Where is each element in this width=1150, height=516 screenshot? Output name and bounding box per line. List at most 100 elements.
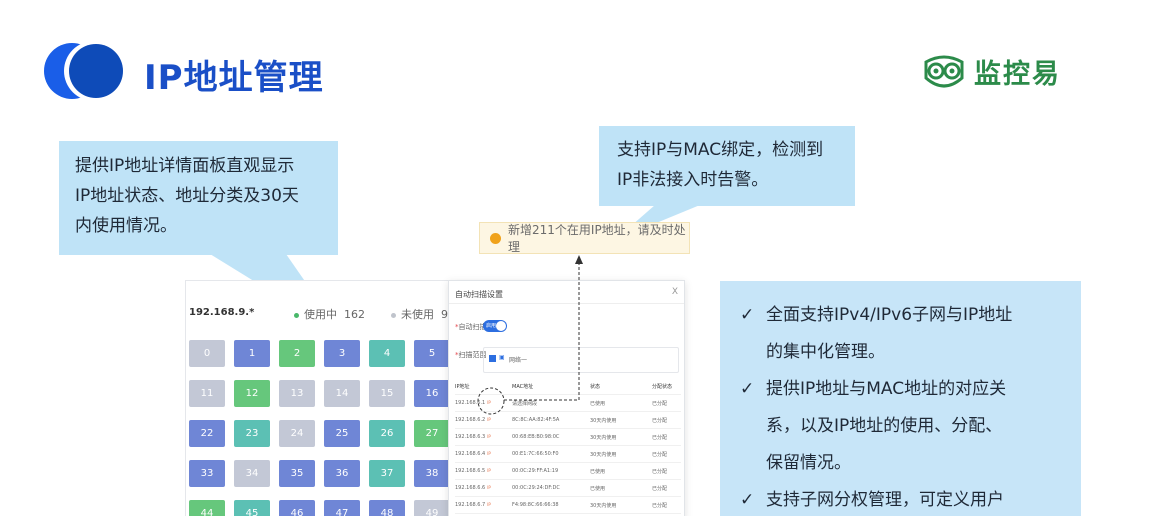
ip-cell[interactable]: 24	[279, 420, 315, 447]
table-cell-text: 已使用	[590, 400, 606, 407]
table-cell-text: 192.168.6.3	[455, 434, 486, 440]
ip-cell[interactable]: 44	[189, 500, 225, 516]
table-cell-text: 192.168.6.4	[455, 451, 486, 457]
table-cell: 30天内使用	[590, 434, 652, 441]
table-row[interactable]: 192.168.6.2 IP 8C:8C:AA:82:4F:5A 30天内使用 已分配	[455, 412, 681, 429]
ip-cell[interactable]: 16	[414, 380, 450, 407]
feature-line: ✓ 全面支持IPv4/IPv6子网与IP地址	[740, 297, 1071, 334]
divider	[449, 303, 684, 304]
table-row[interactable]: 192.168.6.6 IP 00:0C:29:24:DF:DC 已使用 已分配	[455, 480, 681, 497]
ip-cell[interactable]: 27	[414, 420, 450, 447]
page-title: IP地址管理	[144, 58, 324, 98]
scan-range-tree[interactable]: ▣ 网络一	[483, 347, 679, 373]
table-cell: 已分配	[652, 451, 681, 458]
ip-cell[interactable]: 36	[324, 460, 360, 487]
table-header-row: IP地址 MAC地址 状态 分配状态	[455, 378, 681, 395]
table-cell: 已分配	[652, 485, 681, 492]
table-row[interactable]: 192.168.6.4 IP 00:E1:7C:66:50:F0 30天内使用 已分配	[455, 446, 681, 463]
legend-unused-label: 未使用	[401, 308, 434, 321]
table-cell-text: 已分配	[652, 451, 668, 458]
feature-text: 的集中化管理。	[766, 342, 885, 362]
ip-cell[interactable]: 34	[234, 460, 270, 487]
notice-bar[interactable]: 新增211个在用IP地址，请及时处理	[479, 222, 690, 254]
table-cell-text: 请选择网段	[512, 400, 538, 407]
ip-flag-badge: IP	[487, 502, 491, 507]
ip-cell[interactable]: 13	[279, 380, 315, 407]
table-row[interactable]: 192.168.6.7 IP F4:98:8C:66:66:38 30天内使用 已分配	[455, 497, 681, 514]
warning-dot-icon	[490, 232, 501, 244]
table-cell: 已使用	[590, 468, 652, 475]
dialog-title: 自动扫描设置	[455, 290, 503, 299]
table-row[interactable]: 192.168.6.1 IP 请选择网段 已使用 已分配	[455, 395, 681, 412]
ip-detail-panel: 192.168.9.* 使用中 162 未使用 94 0123451112131…	[185, 280, 451, 516]
feature-line: 保留情况。	[740, 445, 1071, 482]
table-row[interactable]: 192.168.6.3 IP 00:68:EB:B0:98:0C 30天内使用 已分配	[455, 429, 681, 446]
ip-cell[interactable]: 47	[324, 500, 360, 516]
used-dot-icon	[294, 312, 299, 318]
ip-cell[interactable]: 46	[279, 500, 315, 516]
ip-cell[interactable]: 48	[369, 500, 405, 516]
ip-cell[interactable]: 26	[369, 420, 405, 447]
ip-cell[interactable]: 2	[279, 340, 315, 367]
feature-text: 全面支持IPv4/IPv6子网与IP地址	[766, 305, 1013, 325]
ip-cell[interactable]: 1	[234, 340, 270, 367]
ip-cell[interactable]: 25	[324, 420, 360, 447]
ip-cell[interactable]: 14	[324, 380, 360, 407]
feature-line: ✓ 支持子网分权管理，可定义用户	[740, 482, 1071, 516]
table-cell: 192.168.6.6 IP	[455, 485, 512, 491]
table-cell: 192.168.6.5 IP	[455, 468, 512, 474]
auto-scan-toggle[interactable]: 启用	[483, 320, 507, 332]
check-icon	[740, 408, 766, 445]
auto-scan-label: *自动扫描	[455, 323, 487, 331]
ip-cell[interactable]: 11	[189, 380, 225, 407]
table-cell-text: 已分配	[652, 468, 668, 475]
ip-cell[interactable]: 12	[234, 380, 270, 407]
ip-cell[interactable]: 15	[369, 380, 405, 407]
ip-cell[interactable]: 22	[189, 420, 225, 447]
notice-text: 新增211个在用IP地址，请及时处理	[508, 223, 686, 254]
table-cell: 已分配	[652, 468, 681, 475]
ip-cell[interactable]: 3	[324, 340, 360, 367]
callout-right-line: 支持IP与MAC绑定，检测到	[617, 140, 824, 160]
table-cell: 已使用	[590, 400, 652, 407]
arrow-head-icon	[575, 255, 583, 264]
ip-flag-badge: IP	[487, 434, 491, 439]
table-cell: 8C:8C:AA:82:4F:5A	[512, 417, 590, 423]
ip-cell[interactable]: 38	[414, 460, 450, 487]
ip-cell[interactable]: 0	[189, 340, 225, 367]
table-cell: 已分配	[652, 434, 681, 441]
folder-icon: ▣	[499, 354, 505, 361]
ip-cell[interactable]: 23	[234, 420, 270, 447]
checkbox-icon[interactable]	[489, 355, 496, 362]
ip-cell[interactable]: 37	[369, 460, 405, 487]
legend-used-count: 162	[344, 308, 365, 321]
table-cell-text: 已分配	[652, 434, 668, 441]
table-cell: 192.168.6.1 IP	[455, 400, 512, 406]
scan-range-label: *扫描范围	[455, 351, 487, 359]
table-cell: 192.168.6.3 IP	[455, 434, 512, 440]
table-cell-text: 30天内使用	[590, 417, 617, 424]
ip-cell[interactable]: 49	[414, 500, 450, 516]
table-cell-text: 192.168.6.1	[455, 400, 486, 406]
ip-cell[interactable]: 45	[234, 500, 270, 516]
ip-grid: 0 1 2 3 4 5 11 12 13 14 15 16 22 23 24 25 26 27 33 34 35 36 37…	[189, 340, 450, 516]
feature-line: 系，以及IP地址的使用、分配、	[740, 408, 1071, 445]
ip-cell[interactable]: 5	[414, 340, 450, 367]
callout-right-line: IP非法接入时告警。	[617, 170, 769, 190]
check-icon	[740, 334, 766, 371]
table-cell: 30天内使用	[590, 451, 652, 458]
check-icon: ✓	[740, 379, 755, 399]
table-cell-text: 8C:8C:AA:82:4F:5A	[512, 417, 560, 423]
table-cell: 30天内使用	[590, 417, 652, 424]
table-cell-text: 00:0C:29:24:DF:DC	[512, 485, 560, 491]
table-row[interactable]: 192.168.6.5 IP 00:0C:29:FF:A1:19 已使用 已分配	[455, 463, 681, 480]
column-header: IP地址	[455, 383, 470, 390]
ip-cell[interactable]: 4	[369, 340, 405, 367]
feature-text: 提供IP地址与MAC地址的对应关	[766, 379, 1007, 399]
check-icon: ✓	[740, 490, 755, 510]
ip-cell[interactable]: 35	[279, 460, 315, 487]
close-icon[interactable]: X	[672, 287, 678, 297]
feature-text: 支持子网分权管理，可定义用户	[766, 490, 1004, 510]
ip-flag-badge: IP	[487, 451, 491, 456]
ip-cell[interactable]: 33	[189, 460, 225, 487]
